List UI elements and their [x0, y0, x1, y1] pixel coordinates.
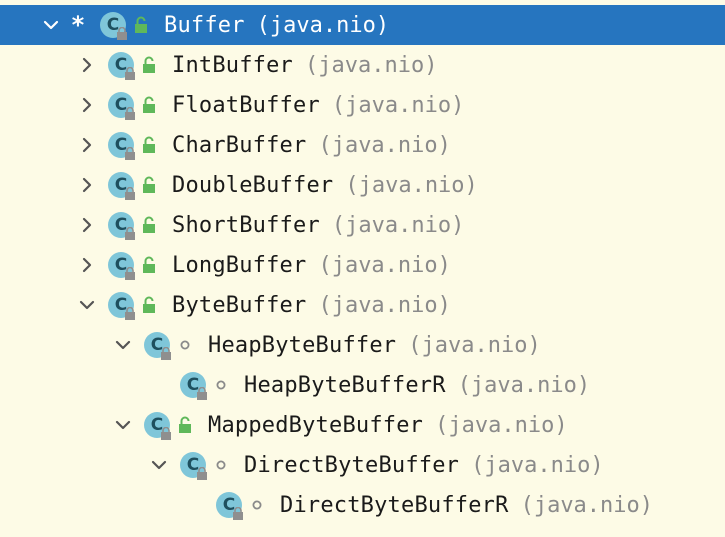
chevron-right-icon[interactable] [76, 205, 98, 245]
lock-overlay-icon [125, 107, 135, 120]
chevron-placeholder [184, 485, 206, 525]
package-name: (java.nio) [408, 332, 541, 358]
package-name: (java.nio) [331, 92, 465, 118]
unlocked-padlock-icon [140, 295, 158, 315]
unlocked-padlock-icon [140, 95, 158, 115]
tree-row-charbuffer[interactable]: C CharBuffer (java.nio) [0, 125, 725, 165]
chevron-down-icon[interactable] [148, 445, 170, 485]
package-name: (java.nio) [318, 132, 451, 158]
class-name[interactable]: DoubleBuffer [172, 173, 333, 198]
class-icon: C [108, 252, 135, 280]
class-icon: C [108, 212, 135, 240]
tree-row-shortbuffer[interactable]: C ShortBuffer (java.nio) [0, 205, 725, 245]
package-name: (java.nio) [520, 492, 654, 518]
package-name: (java.nio) [331, 212, 465, 238]
unlocked-padlock-icon [140, 135, 158, 155]
class-icon: C [108, 132, 135, 160]
unlocked-padlock-icon [140, 175, 158, 195]
tree-row-heapbytebuffer[interactable]: C HeapByteBuffer (java.nio) [0, 325, 725, 365]
class-name[interactable]: HeapByteBuffer [208, 333, 396, 358]
lock-overlay-icon [125, 67, 135, 80]
tree-row-doublebuffer[interactable]: C DoubleBuffer (java.nio) [0, 165, 725, 205]
class-icon: C [108, 292, 135, 320]
class-name[interactable]: IntBuffer [172, 53, 293, 78]
lock-overlay-icon [125, 267, 135, 280]
tree-row-buffer[interactable]: * C Buffer (java.nio) [0, 5, 725, 45]
chevron-placeholder [148, 365, 170, 405]
package-name: (java.nio) [435, 412, 568, 438]
chevron-right-icon[interactable] [76, 85, 98, 125]
tree-row-directbytebuffer[interactable]: C DirectByteBuffer (java.nio) [0, 445, 725, 485]
class-name[interactable]: CharBuffer [172, 133, 306, 158]
class-icon: C [144, 332, 171, 360]
lock-overlay-icon [117, 27, 127, 40]
package-name: (java.nio) [471, 452, 604, 478]
lock-overlay-icon [125, 187, 135, 200]
lock-overlay-icon [161, 427, 171, 440]
unlocked-padlock-icon [176, 415, 194, 435]
type-hierarchy-tree[interactable]: * C Buffer (java.nio) C IntBuffer (java.… [0, 0, 725, 537]
tree-row-mappedbytebuffer[interactable]: C MappedByteBuffer (java.nio) [0, 405, 725, 445]
lock-overlay-icon [233, 507, 243, 520]
class-icon: C [216, 492, 243, 520]
class-icon: C [108, 172, 135, 200]
package-name: (java.nio) [256, 12, 390, 38]
package-private-dot-icon [212, 455, 230, 475]
lock-overlay-icon [161, 347, 171, 360]
class-icon: C [180, 372, 207, 400]
class-icon: C [144, 412, 171, 440]
lock-overlay-icon [197, 467, 207, 480]
class-name[interactable]: DirectByteBuffer [244, 453, 459, 478]
lock-overlay-icon [125, 147, 135, 160]
tree-row-longbuffer[interactable]: C LongBuffer (java.nio) [0, 245, 725, 285]
tree-row-intbuffer[interactable]: C IntBuffer (java.nio) [0, 45, 725, 85]
chevron-right-icon[interactable] [76, 245, 98, 285]
package-name: (java.nio) [345, 172, 478, 198]
tree-row-directbytebufferr[interactable]: C DirectByteBufferR (java.nio) [0, 485, 725, 525]
tree-row-heapbytebufferr[interactable]: C HeapByteBufferR (java.nio) [0, 365, 725, 405]
class-name[interactable]: ByteBuffer [172, 293, 306, 318]
package-name: (java.nio) [457, 372, 591, 398]
chevron-right-icon[interactable] [76, 125, 98, 165]
unlocked-padlock-icon [132, 15, 150, 35]
class-name[interactable]: LongBuffer [172, 253, 306, 278]
lock-overlay-icon [197, 387, 207, 400]
chevron-down-icon[interactable] [40, 5, 62, 45]
class-icon: C [108, 52, 135, 80]
package-private-dot-icon [212, 375, 230, 395]
unlocked-padlock-icon [140, 215, 158, 235]
chevron-right-icon[interactable] [76, 45, 98, 85]
tree-row-floatbuffer[interactable]: C FloatBuffer (java.nio) [0, 85, 725, 125]
class-name[interactable]: ShortBuffer [172, 213, 320, 238]
package-name: (java.nio) [318, 252, 451, 278]
package-private-dot-icon [176, 335, 194, 355]
tree-row-bytebuffer[interactable]: C ByteBuffer (java.nio) [0, 285, 725, 325]
package-private-dot-icon [248, 495, 266, 515]
class-icon: C [100, 12, 127, 40]
current-class-marker: * [70, 11, 86, 39]
class-icon: C [108, 92, 135, 120]
chevron-down-icon[interactable] [112, 325, 134, 365]
lock-overlay-icon [125, 227, 135, 240]
unlocked-padlock-icon [140, 255, 158, 275]
class-name[interactable]: Buffer [164, 13, 245, 38]
class-name[interactable]: MappedByteBuffer [208, 413, 423, 438]
class-icon: C [180, 452, 207, 480]
chevron-down-icon[interactable] [112, 405, 134, 445]
class-name[interactable]: FloatBuffer [172, 93, 320, 118]
lock-overlay-icon [125, 307, 135, 320]
chevron-right-icon[interactable] [76, 165, 98, 205]
chevron-down-icon[interactable] [76, 285, 98, 325]
package-name: (java.nio) [318, 292, 451, 318]
class-name[interactable]: DirectByteBufferR [280, 493, 509, 518]
package-name: (java.nio) [305, 52, 438, 78]
unlocked-padlock-icon [140, 55, 158, 75]
class-name[interactable]: HeapByteBufferR [244, 373, 446, 398]
